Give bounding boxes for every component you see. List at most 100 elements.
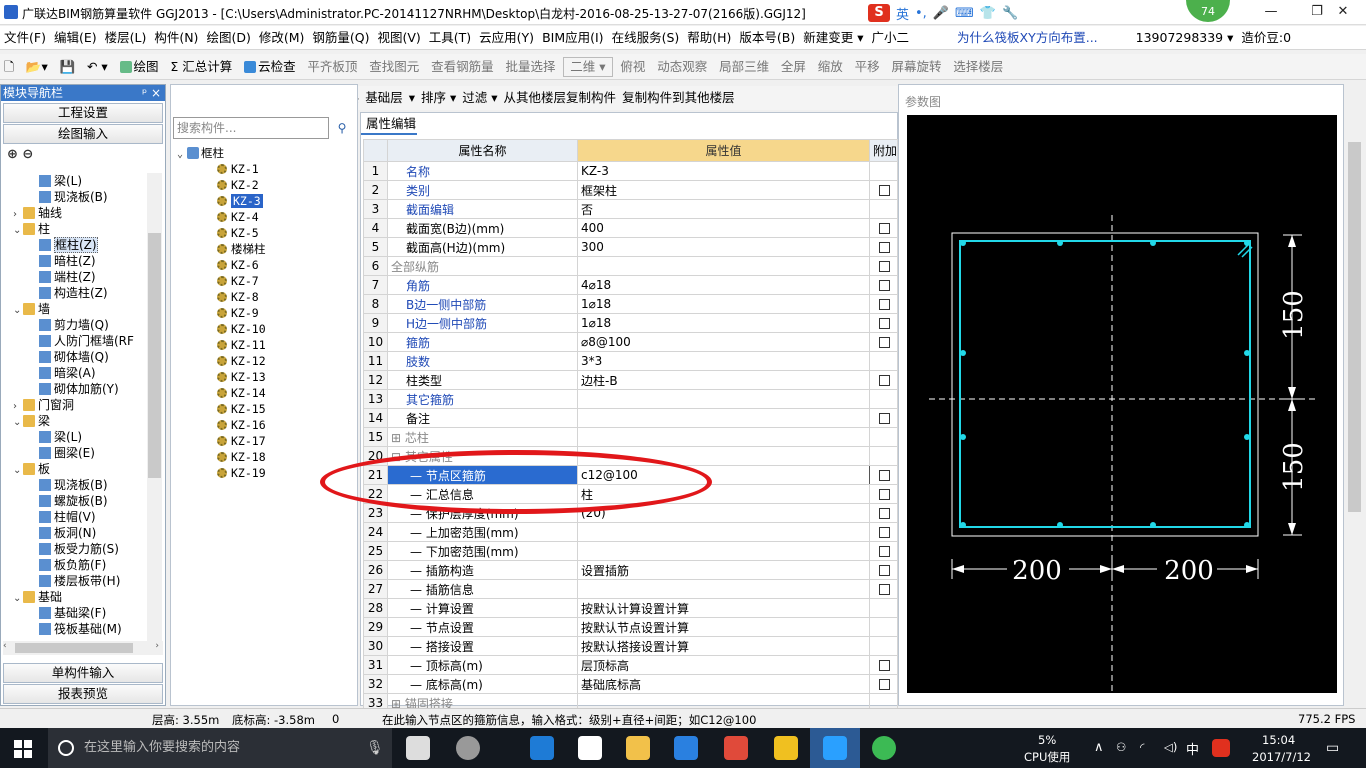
sum-calc-button[interactable]: Σ 汇总计算 [166,54,236,79]
prop-extra-cell[interactable] [869,541,898,561]
nav-tree-item[interactable]: 现浇板(B) [39,477,108,493]
nav-tree-item[interactable]: 基础梁(F) [39,605,106,621]
property-row[interactable]: 32— 底标高(m) 基础底标高 [363,674,898,694]
ime-toolbar[interactable]: S 英 •, 🎤 ⌨ 👕 🔧 [868,3,1048,23]
top-view-button[interactable]: 俯视 [616,54,649,79]
pan-button[interactable]: 平移 [851,54,884,79]
prop-name-cell[interactable]: — 底标高(m) [387,674,578,694]
skin-icon[interactable]: 👕 [980,6,996,21]
prop-value-cell[interactable]: ⌀8@100 [577,332,870,352]
extra-checkbox[interactable] [879,242,890,253]
prop-value-cell[interactable] [577,408,870,428]
people-icon[interactable]: ⚇ [1116,740,1126,754]
nav-scrollbar[interactable] [147,173,162,653]
menu-item-11[interactable]: 在线服务(S) [608,26,684,50]
prop-value-cell[interactable]: 按默认搭接设置计算 [577,636,870,656]
menu-item-6[interactable]: 钢筋量(Q) [308,26,373,50]
local-3d-button[interactable]: 局部三维 [715,54,773,79]
menu-item-13[interactable]: 版本号(B) [735,26,799,50]
component-item[interactable]: KZ-4 [177,209,353,225]
nav-tree-group[interactable]: ⌄ 墙 [13,301,50,317]
prop-value-cell[interactable]: 1⌀18 [577,294,870,314]
property-row[interactable]: 14 备注 [363,408,898,428]
flat-top-button[interactable]: 平齐板顶 [303,54,361,79]
nav-tree-group[interactable]: ⌄ 基础 [13,589,62,605]
file-explorer-icon[interactable] [626,736,650,760]
prop-name-cell[interactable]: 箍筋 [387,332,578,352]
nav-tree-item[interactable]: 筏板基础(M) [39,621,122,637]
property-row[interactable]: 28— 计算设置 按默认计算设置计算 [363,598,898,618]
prop-extra-cell[interactable] [869,237,898,257]
cloud-check-button[interactable]: 云检查 [240,54,300,79]
component-item[interactable]: KZ-13 [177,369,353,385]
component-toolbar-item-5[interactable]: 基础层 [362,86,406,110]
component-item[interactable]: KZ-10 [177,321,353,337]
nav-tree-item[interactable]: 螺旋板(B) [39,493,108,509]
prop-extra-cell[interactable] [869,674,898,694]
view-mode-select[interactable]: 二维 ▾ [563,57,613,77]
nav-tree-item[interactable]: 端柱(Z) [39,269,96,285]
nav-tree-group[interactable]: ⌄ 板 [13,461,50,477]
prop-name-cell[interactable]: 名称 [387,161,578,181]
component-item[interactable]: KZ-6 [177,257,353,273]
prop-name-cell[interactable]: 类别 [387,180,578,200]
extra-checkbox[interactable] [879,679,890,690]
component-item[interactable]: KZ-9 [177,305,353,321]
prop-name-cell[interactable]: — 顶标高(m) [387,655,578,675]
prop-value-cell[interactable]: 按默认节点设置计算 [577,617,870,637]
store-icon[interactable] [578,736,602,760]
prop-value-cell[interactable]: 400 [577,218,870,238]
search-icon[interactable]: ⚲ [331,117,353,139]
component-item[interactable]: KZ-5 [177,225,353,241]
component-item[interactable]: KZ-18 [177,449,353,465]
batch-select-button[interactable]: 批量选择 [501,54,559,79]
open-file-icon[interactable]: 📂▾ [22,54,52,79]
extra-checkbox[interactable] [879,337,890,348]
close-button[interactable]: ✕ [1320,2,1366,24]
nav-tree-item[interactable]: 暗柱(Z) [39,253,96,269]
component-item[interactable]: KZ-17 [177,433,353,449]
prop-name-cell[interactable]: 全部纵筋 [387,256,578,276]
property-row[interactable]: 27— 插筋信息 [363,579,898,599]
prop-value-cell[interactable]: 设置插筋 [577,560,870,580]
wifi-icon[interactable]: ◜ [1140,740,1144,754]
prop-name-cell[interactable]: — 搭接设置 [387,636,578,656]
prop-value-cell[interactable]: 300 [577,237,870,257]
nav-hscrollbar[interactable]: ‹ › [3,641,163,655]
extra-checkbox[interactable] [879,508,890,519]
prop-name-cell[interactable]: B边一侧中部筋 [387,294,578,314]
green-app-icon[interactable] [872,736,896,760]
clock-time[interactable]: 15:04 [1262,733,1295,747]
property-row[interactable]: 11 肢数 3*3 [363,351,898,371]
mic-icon[interactable]: 🎤 [933,6,949,21]
windows-start-icon[interactable] [14,740,32,758]
menu-item-18[interactable]: 造价豆:0 [1237,26,1295,50]
component-item[interactable]: KZ-3 [177,193,353,209]
nav-tree-item[interactable]: 砌体墙(Q) [39,349,109,365]
nav-tree-group[interactable]: ⌄ 梁 [13,413,50,429]
select-floor-button[interactable]: 选择楼层 [949,54,1007,79]
component-item[interactable]: 楼梯柱 [177,241,353,257]
property-row[interactable]: 6 全部纵筋 [363,256,898,276]
prop-extra-cell[interactable] [869,256,898,276]
rotate-button[interactable]: 屏幕旋转 [887,54,945,79]
property-row[interactable]: 12 柱类型 边柱-B [363,370,898,390]
prop-value-cell[interactable]: 边柱-B [577,370,870,390]
prop-value-cell[interactable] [577,579,870,599]
prop-extra-cell[interactable] [869,655,898,675]
component-item[interactable]: KZ-12 [177,353,353,369]
nav-tree-item[interactable]: 暗梁(A) [39,365,96,381]
prop-name-cell[interactable]: 截面高(H边)(mm) [387,237,578,257]
active-app-highlight[interactable] [810,728,860,768]
undo-icon[interactable]: ↶ ▾ [83,54,112,79]
prop-value-cell[interactable]: 4⌀18 [577,275,870,295]
property-row[interactable]: 30— 搭接设置 按默认搭接设置计算 [363,636,898,656]
nav-tree-group[interactable]: › 门窗洞 [13,397,74,413]
extra-checkbox[interactable] [879,185,890,196]
nav-tree-group[interactable]: › 轴线 [13,205,62,221]
tray-up-icon[interactable]: ∧ [1094,740,1104,755]
menu-item-14[interactable]: 新建变更 ▾ [799,26,867,50]
property-row[interactable]: 25— 下加密范围(mm) [363,541,898,561]
extra-checkbox[interactable] [879,565,890,576]
menu-item-15[interactable]: 广小二 [868,26,914,50]
